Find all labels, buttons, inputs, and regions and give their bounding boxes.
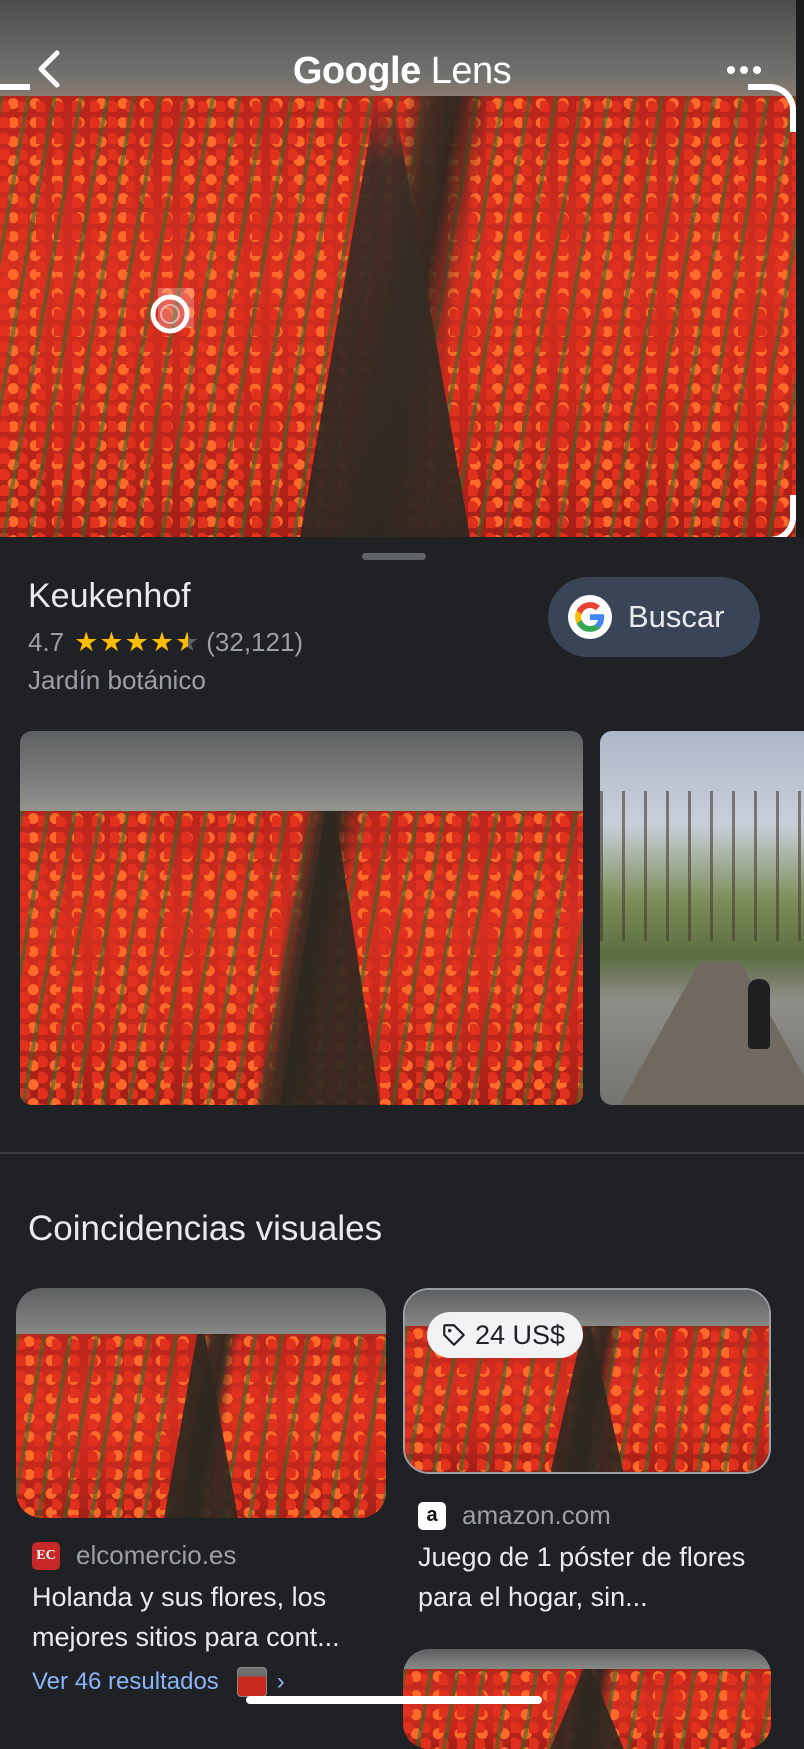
star-icon: ★ — [99, 627, 124, 657]
half-star-icon: ★ — [175, 627, 200, 657]
place-name: Keukenhof — [28, 577, 191, 615]
star-icon: ★ — [124, 627, 149, 657]
crop-corner-bottom-right[interactable] — [748, 495, 796, 537]
visual-match-card-2-image[interactable]: 24 US$ — [403, 1288, 771, 1474]
price-badge: 24 US$ — [427, 1312, 584, 1358]
amazon-favicon-icon: a — [418, 1501, 446, 1530]
logo-lens-text: Lens — [430, 50, 512, 92]
photo-trees — [600, 791, 804, 941]
more-options-button[interactable] — [716, 55, 772, 85]
star-icon: ★ — [74, 627, 99, 657]
source-domain: elcomercio.es — [76, 1540, 237, 1570]
source-domain: amazon.com — [462, 1500, 611, 1530]
results-sheet[interactable]: Keukenhof 4.7 ★ ★ ★ ★ ★ (32,121) Jardín … — [0, 537, 804, 1749]
place-category: Jardín botánico — [28, 665, 206, 695]
rating-stars: ★ ★ ★ ★ ★ — [74, 629, 200, 656]
google-g-icon — [568, 595, 612, 639]
visual-match-1-description[interactable]: Holanda y sus flores, los mejores sitios… — [32, 1577, 382, 1657]
search-button[interactable]: Buscar — [548, 577, 760, 657]
search-button-label: Buscar — [628, 599, 725, 634]
place-photo-2[interactable] — [600, 731, 804, 1105]
price-text: 24 US$ — [475, 1319, 566, 1350]
visual-match-2-description[interactable]: Juego de 1 póster de flores para el hoga… — [418, 1537, 768, 1617]
chevron-right-icon: › — [276, 1668, 285, 1695]
see-more-results-link[interactable]: Ver 46 resultados › — [32, 1667, 285, 1697]
sheet-drag-handle[interactable] — [362, 553, 426, 560]
crop-corner-bottom-left[interactable] — [0, 495, 30, 537]
place-photo-1[interactable] — [20, 731, 583, 1105]
home-indicator[interactable] — [246, 1696, 542, 1704]
star-icon: ★ — [149, 627, 175, 657]
object-target-dot[interactable] — [148, 288, 196, 336]
photo-walkway — [620, 961, 804, 1105]
section-divider — [0, 1152, 804, 1154]
visual-match-1-source[interactable]: EC elcomercio.es — [32, 1540, 236, 1571]
rating-row: 4.7 ★ ★ ★ ★ ★ (32,121) — [28, 627, 303, 658]
results-thumbnail — [236, 1667, 267, 1697]
visual-match-card-1-image[interactable] — [16, 1288, 386, 1518]
review-count: (32,121) — [206, 627, 304, 657]
google-lens-logo: Google Lens — [0, 50, 804, 93]
more-horizontal-icon — [727, 66, 761, 74]
visual-match-2-source[interactable]: a amazon.com — [418, 1500, 611, 1531]
lens-image-viewer[interactable]: Google Lens — [0, 0, 804, 537]
logo-google-text: Google — [292, 50, 421, 92]
photo-person — [748, 979, 770, 1049]
visual-matches-title: Coincidencias visuales — [28, 1209, 383, 1248]
photo-sky — [20, 731, 583, 815]
card-sky — [16, 1288, 386, 1339]
rating-value: 4.7 — [28, 627, 65, 657]
see-more-label: Ver 46 resultados — [32, 1668, 219, 1695]
card-sky — [403, 1649, 771, 1671]
price-tag-icon — [443, 1324, 465, 1346]
elcomercio-favicon-icon: EC — [32, 1541, 60, 1570]
